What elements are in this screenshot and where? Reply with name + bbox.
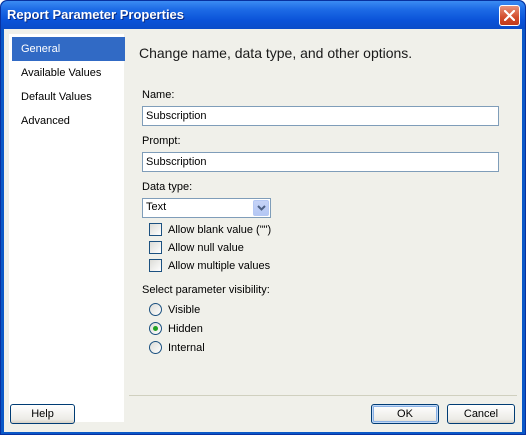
name-field[interactable]: Subscription (142, 106, 499, 126)
allow-null-label: Allow null value (168, 241, 244, 254)
visible-label: Visible (168, 303, 201, 316)
data-type-value: Text (146, 201, 167, 213)
checkbox-box[interactable] (149, 259, 162, 272)
window-title: Report Parameter Properties (7, 7, 185, 22)
title-bar[interactable]: Report Parameter Properties (1, 1, 525, 29)
radio-button[interactable] (149, 303, 162, 316)
dialog-body: General Available Values Default Values … (4, 29, 522, 432)
checkbox-box[interactable] (149, 241, 162, 254)
allow-blank-checkbox[interactable]: Allow blank value ("") (149, 222, 271, 237)
cancel-button[interactable]: Cancel (447, 404, 515, 424)
sidebar-item-general[interactable]: General (12, 37, 125, 61)
sidebar-item-default-values[interactable]: Default Values (12, 85, 125, 109)
visibility-internal-radio[interactable]: Internal (149, 340, 205, 355)
allow-multiple-label: Allow multiple values (168, 259, 271, 272)
data-type-select[interactable]: Text (142, 198, 271, 218)
allow-blank-label: Allow blank value ("") (168, 223, 272, 236)
prompt-label: Prompt: (142, 135, 181, 147)
sidebar-item-available-values[interactable]: Available Values (12, 61, 125, 85)
footer-divider (129, 395, 517, 396)
name-label: Name: (142, 89, 175, 101)
sidebar-item-advanced[interactable]: Advanced (12, 109, 125, 133)
visibility-visible-radio[interactable]: Visible (149, 302, 200, 317)
dialog-window: Report Parameter Properties General Avai… (0, 0, 526, 435)
chevron-down-icon (256, 205, 266, 211)
page-heading: Change name, data type, and other option… (139, 45, 413, 61)
dropdown-button[interactable] (253, 200, 269, 216)
radio-button[interactable] (149, 341, 162, 354)
visibility-hidden-radio[interactable]: Hidden (149, 321, 203, 336)
ok-button[interactable]: OK (371, 404, 439, 424)
close-button[interactable] (499, 5, 520, 26)
visibility-label: Select parameter visibility: (142, 284, 270, 296)
checkbox-box[interactable] (149, 223, 162, 236)
allow-multiple-checkbox[interactable]: Allow multiple values (149, 258, 270, 273)
hidden-label: Hidden (168, 322, 203, 335)
radio-button[interactable] (149, 322, 162, 335)
prompt-field[interactable]: Subscription (142, 152, 499, 172)
general-page: Change name, data type, and other option… (139, 29, 519, 389)
data-type-label: Data type: (142, 181, 193, 193)
allow-null-checkbox[interactable]: Allow null value (149, 240, 244, 255)
help-button[interactable]: Help (10, 404, 75, 424)
close-icon (504, 10, 515, 21)
page-navigation: General Available Values Default Values … (9, 34, 125, 422)
internal-label: Internal (168, 341, 205, 354)
